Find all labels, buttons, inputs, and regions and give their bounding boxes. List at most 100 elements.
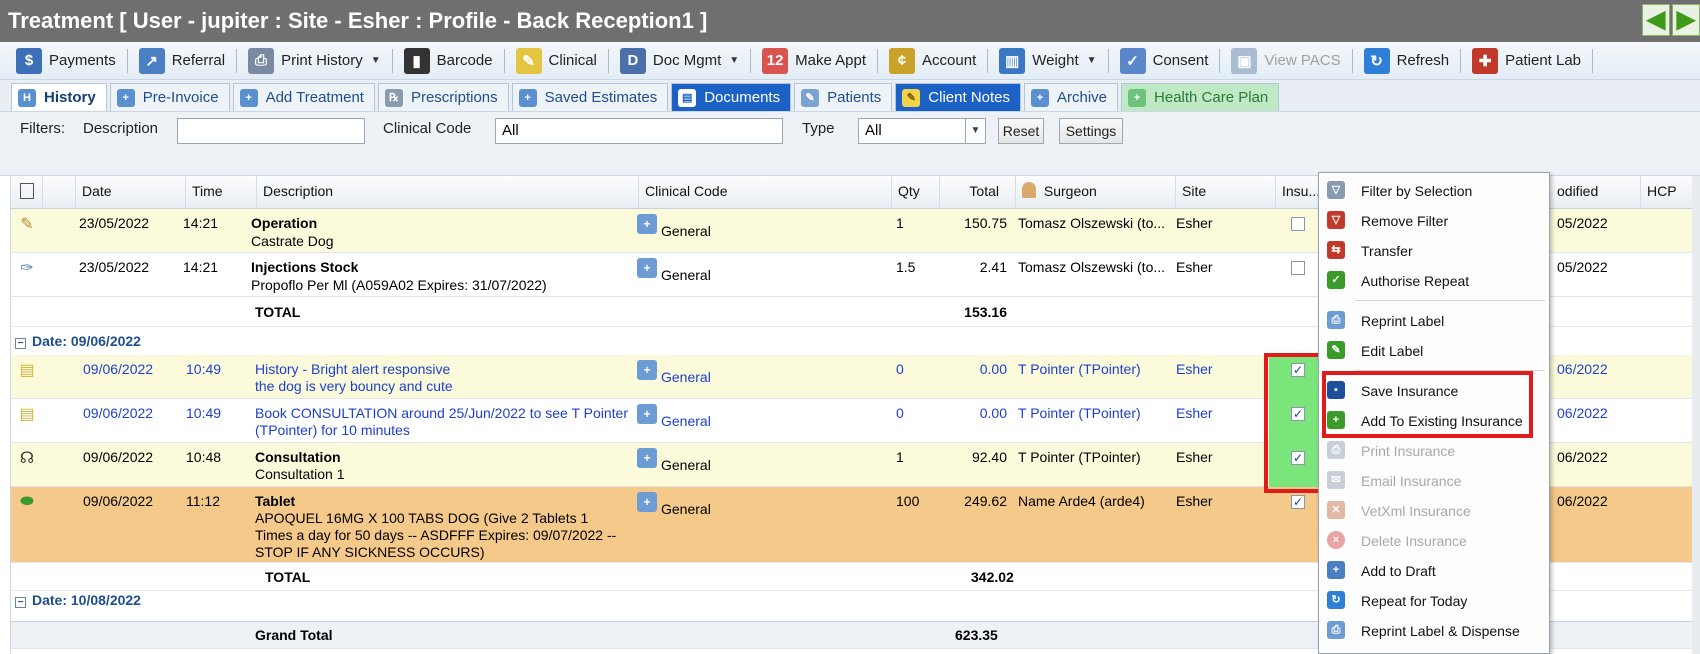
doc-mgmt-label: Doc Mgmt xyxy=(652,52,722,69)
clinical-code-input[interactable]: All xyxy=(495,118,783,144)
referral-button[interactable]: ↗ Referral xyxy=(133,46,231,76)
reprint-dispense-icon: ⎙ xyxy=(1327,621,1345,639)
col-doc[interactable] xyxy=(11,176,43,208)
row-code: General xyxy=(661,267,711,283)
row-time: 10:48 xyxy=(186,449,222,465)
insurance-checkbox-checked[interactable]: ✓ xyxy=(1291,495,1305,509)
menu-reprint-label[interactable]: ⎙ Reprint Label xyxy=(1319,307,1549,335)
clinical-code-label: Clinical Code xyxy=(383,120,472,137)
menu-add-to-draft[interactable]: + Add to Draft xyxy=(1319,557,1549,585)
menu-filter-by-selection[interactable]: ▽ Filter by Selection xyxy=(1319,177,1549,205)
row-desc-sub: Propoflo Per Ml (A059A02 Expires: 31/07/… xyxy=(251,277,547,293)
toolbar-separator xyxy=(877,48,879,73)
patient-lab-button[interactable]: ✚ Patient Lab xyxy=(1466,46,1587,76)
refresh-button[interactable]: ↻ Refresh xyxy=(1358,46,1456,76)
tab-label: Pre-Invoice xyxy=(142,89,219,106)
make-appt-button[interactable]: 12 Make Appt xyxy=(756,46,872,76)
weight-button[interactable]: ▥ Weight ▼ xyxy=(993,46,1102,76)
row-desc-line1: Book CONSULTATION around 25/Jun/2022 to … xyxy=(255,405,629,421)
toolbar-separator xyxy=(1460,48,1462,73)
tab-patients[interactable]: ✎ Patients xyxy=(794,83,893,111)
chevron-down-icon[interactable]: ▼ xyxy=(729,55,739,66)
clinical-notepad-icon: ✎ xyxy=(515,47,542,74)
view-pacs-button[interactable]: ▣ View PACS xyxy=(1225,46,1346,76)
grand-total-value: 623.35 xyxy=(955,627,998,643)
col-surgeon[interactable]: Surgeon xyxy=(1016,176,1176,208)
tab-add-treatment[interactable]: + Add Treatment xyxy=(232,83,375,111)
col-total[interactable]: Total xyxy=(940,176,1016,208)
type-select[interactable]: All ▼ xyxy=(858,118,986,144)
menu-email-insurance[interactable]: ✉ Email Insurance xyxy=(1319,467,1549,495)
col-hcp[interactable]: HCP xyxy=(1641,176,1697,208)
menu-transfer[interactable]: ⇆ Transfer xyxy=(1319,237,1549,265)
collapse-toggle-icon[interactable]: − xyxy=(15,338,26,349)
row-surgeon: T Pointer (TPointer) xyxy=(1018,405,1141,421)
collapse-toggle-icon[interactable]: − xyxy=(15,597,26,608)
insurance-checkbox[interactable] xyxy=(1291,261,1305,275)
clinical-button[interactable]: ✎ Clinical xyxy=(510,46,603,76)
menu-authorise-repeat[interactable]: ✓ Authorise Repeat xyxy=(1319,267,1549,295)
col-insurance[interactable]: Insu... xyxy=(1276,176,1324,208)
surgeon-header-label: Surgeon xyxy=(1043,183,1097,199)
menu-label: Remove Filter xyxy=(1361,213,1449,229)
col-blank[interactable] xyxy=(43,176,76,208)
menu-delete-insurance[interactable]: × Delete Insurance xyxy=(1319,527,1549,555)
col-description[interactable]: Description xyxy=(257,176,639,208)
row-surgeon: T Pointer (TPointer) xyxy=(1018,361,1141,377)
referral-label: Referral xyxy=(171,52,226,69)
col-clinical-code[interactable]: Clinical Code xyxy=(639,176,892,208)
consent-button[interactable]: ✓ Consent xyxy=(1114,46,1215,76)
menu-edit-label[interactable]: ✎ Edit Label xyxy=(1319,337,1549,365)
insurance-checkbox[interactable] xyxy=(1291,217,1305,231)
col-time[interactable]: Time xyxy=(186,176,257,208)
tab-saved-estimates[interactable]: + Saved Estimates xyxy=(511,83,669,111)
toolbar-separator xyxy=(126,48,128,73)
filters-label: Filters: xyxy=(20,120,65,137)
tab-pre-invoice[interactable]: + Pre-Invoice xyxy=(109,83,230,111)
menu-vetxml-insurance[interactable]: ✕ VetXml Insurance xyxy=(1319,497,1549,525)
toolbar-separator xyxy=(391,48,393,73)
menu-print-insurance[interactable]: ⎙ Print Insurance xyxy=(1319,437,1549,465)
col-modified[interactable]: odified xyxy=(1551,176,1641,208)
col-date[interactable]: Date xyxy=(76,176,186,208)
tab-label: Add Treatment xyxy=(265,89,364,106)
tab-health-care-plan[interactable]: + Health Care Plan xyxy=(1121,83,1280,111)
col-site[interactable]: Site xyxy=(1176,176,1276,208)
tab-history[interactable]: H History xyxy=(11,83,107,111)
chevron-down-icon[interactable]: ▼ xyxy=(965,119,985,143)
tab-label: Archive xyxy=(1057,89,1108,106)
total-value: 342.02 xyxy=(971,569,1014,585)
settings-button[interactable]: Settings xyxy=(1059,118,1123,144)
account-button[interactable]: ¢ Account xyxy=(883,46,982,76)
description-input[interactable] xyxy=(177,118,365,144)
chevron-down-icon[interactable]: ▼ xyxy=(1087,55,1097,66)
row-desc-line1: History - Bright alert responsive xyxy=(255,361,451,377)
tab-documents[interactable]: ▤ Documents xyxy=(671,83,792,111)
tab-archive[interactable]: + Archive xyxy=(1024,83,1119,111)
toolbar-separator xyxy=(1592,48,1594,73)
forward-icon[interactable]: ▶ xyxy=(1672,4,1700,36)
row-desc-line3: STOP IF ANY SICKNESS OCCURS) xyxy=(255,544,485,560)
filter-bar: Filters: Description Clinical Code All T… xyxy=(0,112,1700,176)
col-qty[interactable]: Qty xyxy=(892,176,940,208)
payments-button[interactable]: $ Payments xyxy=(10,46,122,76)
total-label: TOTAL xyxy=(265,569,311,585)
row-qty: 1 xyxy=(896,449,904,465)
vertical-scrollbar[interactable] xyxy=(1692,176,1700,654)
back-arrow-icon[interactable]: ◀ xyxy=(1642,4,1670,36)
total-value: 153.16 xyxy=(964,304,1007,320)
reset-button[interactable]: Reset xyxy=(998,118,1044,144)
menu-remove-filter[interactable]: ▽ Remove Filter xyxy=(1319,207,1549,235)
menu-repeat-for-today[interactable]: ↻ Repeat for Today xyxy=(1319,587,1549,615)
barcode-button[interactable]: ▮ Barcode xyxy=(398,46,499,76)
tab-client-notes[interactable]: ✎ Client Notes xyxy=(895,83,1021,111)
tab-prescriptions[interactable]: ℞ Prescriptions xyxy=(377,83,509,111)
account-label: Account xyxy=(922,52,977,69)
window-title-bar: Treatment [ User - jupiter : Site - Eshe… xyxy=(0,0,1700,42)
print-history-button[interactable]: ⎙ Print History ▼ xyxy=(242,46,387,76)
menu-reprint-label-dispense[interactable]: ⎙ Reprint Label & Dispense xyxy=(1319,617,1549,645)
row-site: Esher xyxy=(1176,259,1213,275)
row-desc-sub: Castrate Dog xyxy=(251,233,334,249)
chevron-down-icon[interactable]: ▼ xyxy=(371,55,381,66)
doc-mgmt-button[interactable]: D Doc Mgmt ▼ xyxy=(614,46,745,76)
